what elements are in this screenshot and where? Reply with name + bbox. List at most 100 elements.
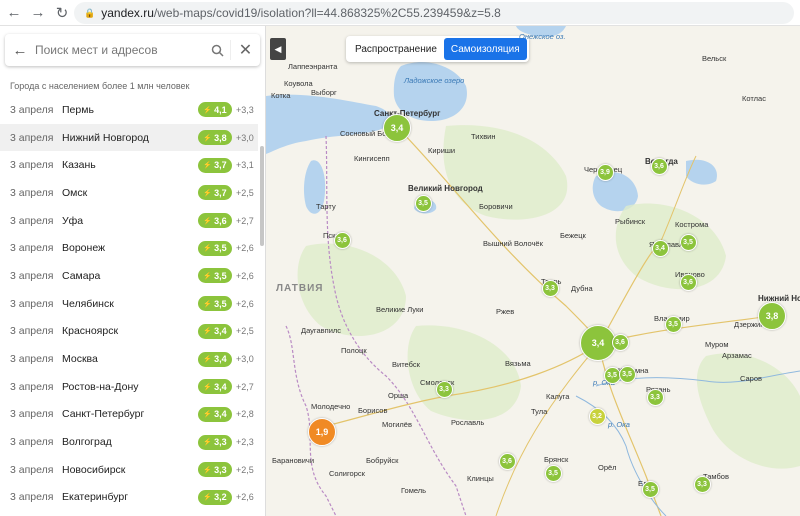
map[interactable]: ◀ Распространение Самоизоляция Онежское … <box>266 26 800 516</box>
list-item[interactable]: 3 апреля Екатеринбург ⚡ 3,2 +2,6 <box>0 484 258 512</box>
scrollbar[interactable] <box>260 146 264 246</box>
bolt-icon: ⚡ <box>203 134 213 142</box>
city-date: 3 апреля <box>10 380 54 393</box>
isolation-marker[interactable]: 3,3 <box>646 388 664 406</box>
list-item[interactable]: 3 апреля Москва ⚡ 3,4 +3,0 <box>0 345 258 373</box>
map-place-label: Орёл <box>598 463 617 472</box>
city-name: Екатеринбург <box>62 491 129 504</box>
bolt-icon: ⚡ <box>203 300 213 308</box>
city-name: Пермь <box>62 103 94 116</box>
city-date: 3 апреля <box>10 103 54 116</box>
list-item[interactable]: 3 апреля Пермь ⚡ 4,1 +3,3 <box>0 96 258 124</box>
collapse-sidebar-button[interactable]: ◀ <box>270 38 286 60</box>
map-place-label: Коувола <box>284 79 313 88</box>
isolation-marker[interactable]: 3,4 <box>651 239 669 257</box>
list-item[interactable]: 3 апреля Челябинск ⚡ 3,5 +2,6 <box>0 290 258 318</box>
map-place-label: Тихвин <box>471 132 496 141</box>
city-date: 3 апреля <box>10 242 54 255</box>
city-list: 3 апреля Пермь ⚡ 4,1 +3,3 3 апреля Нижний Новг… <box>0 96 258 511</box>
city-name: Москва <box>62 353 98 366</box>
isolation-marker[interactable]: 3,8 <box>758 302 786 330</box>
isolation-marker[interactable]: 3,5 <box>544 464 562 482</box>
tab-isolation[interactable]: Самоизоляция <box>443 38 527 60</box>
back-icon[interactable]: ← <box>2 1 26 25</box>
list-item[interactable]: 3 апреля Уфа ⚡ 3,6 +2,7 <box>0 207 258 235</box>
map-place-label: Кострома <box>675 220 709 229</box>
map-place-label: Вышний Волочёк <box>483 239 543 248</box>
address-bar[interactable]: 🔒 yandex.ru/web-maps/covid19/isolation?l… <box>74 2 794 24</box>
isolation-index-badge: ⚡ 3,7 <box>198 185 232 201</box>
city-date: 3 апреля <box>10 297 54 310</box>
list-item[interactable]: 3 апреля Санкт-Петербург ⚡ 3,4 +2,8 <box>0 401 258 429</box>
city-name: Воронеж <box>62 242 106 255</box>
isolation-index-badge: ⚡ 3,5 <box>198 296 232 312</box>
list-item[interactable]: 3 апреля Ростов-на-Дону ⚡ 3,4 +2,7 <box>0 373 258 401</box>
map-place-label: Барановичи <box>272 456 315 465</box>
list-item[interactable]: 3 апреля Самара ⚡ 3,5 +2,6 <box>0 262 258 290</box>
bolt-icon: ⚡ <box>203 217 213 225</box>
forward-icon[interactable]: → <box>26 1 50 25</box>
list-item[interactable]: 3 апреля Казань ⚡ 3,7 +3,1 <box>0 151 258 179</box>
search-input[interactable] <box>35 43 204 57</box>
list-item[interactable]: 3 апреля Новосибирск ⚡ 3,3 +2,5 <box>0 456 258 484</box>
isolation-marker[interactable]: 3,4 <box>383 114 411 142</box>
isolation-marker[interactable]: 3,6 <box>611 333 629 351</box>
list-item[interactable]: 3 апреля Омск ⚡ 3,7 +2,5 <box>0 179 258 207</box>
index-delta: +2,6 <box>236 492 254 503</box>
isolation-marker[interactable]: 3,3 <box>693 475 711 493</box>
index-delta: +2,7 <box>236 215 254 226</box>
map-place-label: Рыбинск <box>615 217 646 226</box>
isolation-marker[interactable]: 3,5 <box>664 315 682 333</box>
isolation-marker[interactable]: 3,5 <box>641 480 659 498</box>
isolation-index: 4,1 <box>214 104 227 115</box>
lock-icon: 🔒 <box>84 7 96 18</box>
map-place-label: Рославль <box>451 418 485 427</box>
search-icon[interactable] <box>204 44 230 57</box>
map-place-label: Муром <box>705 340 729 349</box>
isolation-marker[interactable]: 3,6 <box>679 273 697 291</box>
isolation-marker[interactable]: 3,5 <box>679 233 697 251</box>
list-item[interactable]: 3 апреля Волгоград ⚡ 3,3 +2,3 <box>0 428 258 456</box>
isolation-marker[interactable]: 3,5 <box>618 365 636 383</box>
back-arrow-icon[interactable]: ← <box>5 42 35 59</box>
isolation-marker[interactable]: 3,5 <box>414 194 432 212</box>
index-delta: +2,5 <box>236 187 254 198</box>
isolation-index: 3,3 <box>214 464 227 475</box>
city-date: 3 апреля <box>10 408 54 421</box>
isolation-marker[interactable]: 3,6 <box>333 231 351 249</box>
map-place-label: Калуга <box>546 392 570 401</box>
isolation-marker[interactable]: 3,4 <box>580 325 616 361</box>
isolation-marker[interactable]: 3,2 <box>588 407 606 425</box>
city-name: Новосибирск <box>62 463 126 476</box>
city-name: Уфа <box>62 214 84 227</box>
city-name: Казань <box>62 159 96 172</box>
isolation-marker[interactable]: 3,6 <box>650 157 668 175</box>
map-place-label: Брянск <box>544 455 569 464</box>
isolation-index-badge: ⚡ 3,2 <box>198 489 232 505</box>
tab-spread[interactable]: Распространение <box>348 38 444 60</box>
sidebar: ← ✕ Города с населением более 1 млн чело… <box>0 26 266 516</box>
city-name: Омск <box>62 186 88 199</box>
reload-icon[interactable]: ↻ <box>50 1 74 25</box>
close-icon[interactable]: ✕ <box>230 40 260 60</box>
list-item[interactable]: 3 апреля Нижний Новгород ⚡ 3,8 +3,0 <box>0 123 258 152</box>
map-place-label: Даугавпилс <box>301 326 342 335</box>
index-delta: +3,0 <box>236 354 254 365</box>
isolation-marker[interactable]: 3,6 <box>498 452 516 470</box>
isolation-marker[interactable]: 3,3 <box>435 380 453 398</box>
map-place-label: Санкт-Петербург <box>374 109 441 118</box>
list-item[interactable]: 3 апреля Красноярск ⚡ 3,4 +2,5 <box>0 318 258 346</box>
list-item[interactable]: 3 апреля Воронеж ⚡ 3,5 +2,6 <box>0 234 258 262</box>
map-place-label: Лаппеэнранта <box>288 62 338 71</box>
map-place-label: Тула <box>531 407 548 416</box>
map-place-label: Великий Новгород <box>408 184 483 193</box>
isolation-marker[interactable]: 3,5 <box>603 366 621 384</box>
city-name: Красноярск <box>62 325 119 338</box>
isolation-marker[interactable]: 3,3 <box>541 279 559 297</box>
city-date: 3 апреля <box>10 131 54 144</box>
isolation-index: 3,5 <box>214 243 227 254</box>
isolation-marker[interactable]: 1,9 <box>308 418 336 446</box>
isolation-index: 3,4 <box>214 409 227 420</box>
isolation-index-badge: ⚡ 3,8 <box>198 130 232 146</box>
isolation-marker[interactable]: 3,9 <box>596 163 614 181</box>
